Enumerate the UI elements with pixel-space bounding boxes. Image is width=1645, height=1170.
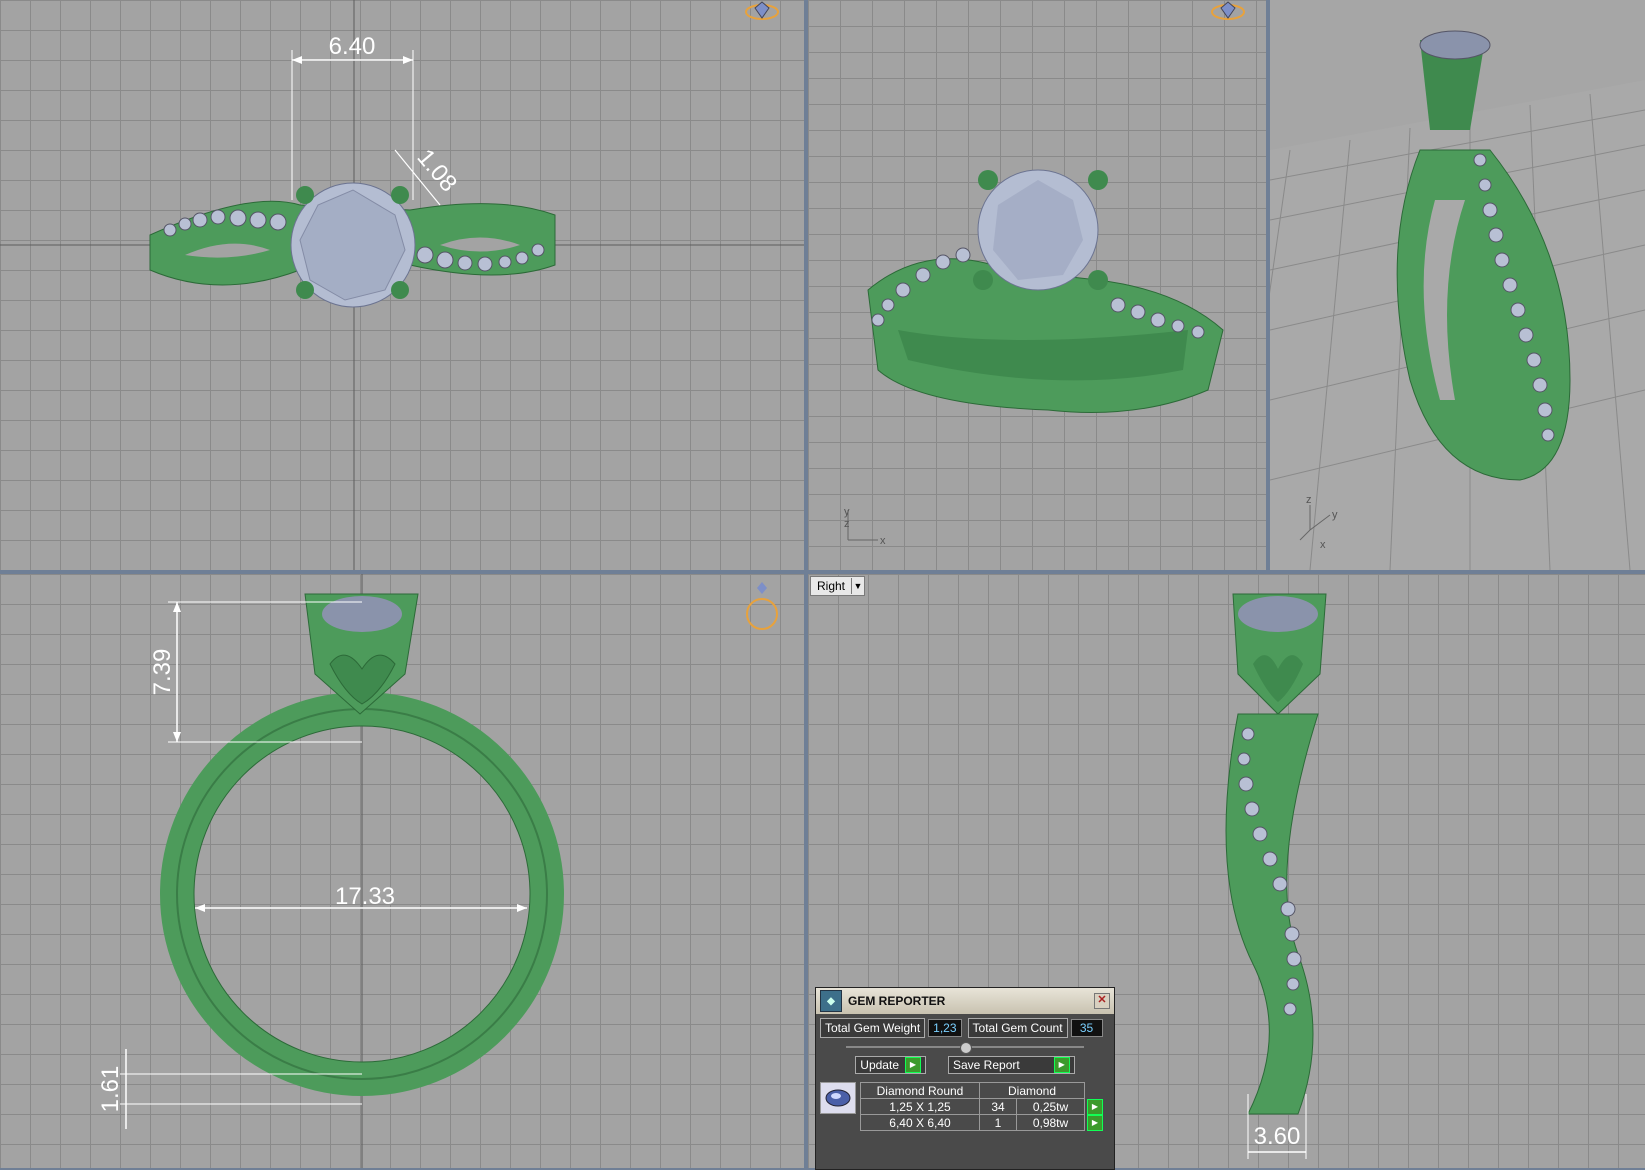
svg-text:17.33: 17.33 [335,883,395,910]
top-view-canvas: 6.40 1.08 [0,0,804,570]
axis-triad: x y z [844,506,886,547]
gem-table: Diamond Round Diamond 1,25 X 1,25 34 0,2… [860,1082,1106,1131]
gem-count: 1 [979,1114,1017,1131]
update-button[interactable]: Update ▶ [855,1056,926,1074]
play-icon[interactable]: ▶ [1087,1114,1103,1131]
view-cube-icon[interactable] [746,582,778,630]
svg-text:3.60: 3.60 [1254,1123,1301,1150]
svg-text:z: z [844,518,850,530]
close-icon[interactable]: ✕ [1094,993,1110,1009]
svg-text:y: y [844,506,850,518]
perspective-side-canvas: y z x [1270,30,1645,570]
slider-knob[interactable] [960,1042,972,1054]
view-cube-icon[interactable] [1211,1,1245,20]
gem-weight: 0,98tw [1016,1114,1085,1131]
gem-table-header-material: Diamond [979,1082,1085,1099]
table-row[interactable]: 6,40 X 6,40 1 0,98tw ▶ [860,1114,1106,1131]
svg-text:x: x [880,535,886,547]
total-gem-count-value: 35 [1070,1019,1103,1037]
svg-text:1.61: 1.61 [97,1066,124,1113]
svg-text:x: x [1320,539,1326,551]
svg-text:1.08: 1.08 [412,144,463,197]
gem-reporter-title: GEM REPORTER [848,994,946,1008]
viewport-front[interactable]: 7.39 17.33 1.61 [0,574,804,1168]
viewport-perspective[interactable]: x y z [808,0,1266,570]
gem-size: 1,25 X 1,25 [860,1098,980,1115]
gem-reporter-title-bar[interactable]: ◆ GEM REPORTER ✕ [816,988,1114,1014]
gem-thumbnail-icon [820,1082,856,1114]
gem-reporter-slider[interactable] [846,1042,1084,1054]
gem-table-header: Diamond Round Diamond [860,1082,1106,1099]
total-gem-count-label: Total Gem Count [967,1018,1068,1038]
center-stone-top [290,182,416,308]
ring-model-right [1225,593,1327,1115]
save-report-button[interactable]: Save Report ▶ [948,1056,1075,1074]
view-cube-icon[interactable] [745,1,779,20]
dimension-inner-diameter: 17.33 [195,883,527,912]
save-report-button-label: Save Report [953,1058,1020,1072]
gem-table-header-type: Diamond Round [860,1082,980,1099]
gem-reporter-icon: ◆ [820,990,842,1012]
total-gem-weight-label: Total Gem Weight [820,1018,926,1038]
dimension-width: 6.40 [291,33,414,200]
svg-text:y: y [1332,509,1338,521]
gem-weight: 0,25tw [1016,1098,1085,1115]
front-view-canvas: 7.39 17.33 1.61 [97,574,778,1168]
svg-text:z: z [1306,494,1312,506]
perspective-view-canvas: x y z [844,1,1245,547]
gem-count: 34 [979,1098,1017,1115]
table-row[interactable]: 1,25 X 1,25 34 0,25tw ▶ [860,1098,1106,1115]
play-icon[interactable]: ▶ [1087,1098,1103,1115]
total-gem-weight-value: 1,23 [928,1019,962,1037]
viewport-perspective-side[interactable]: y z x [1270,0,1645,570]
viewport-top[interactable]: 6.40 1.08 [0,0,804,570]
svg-text:6.40: 6.40 [329,33,376,60]
play-icon[interactable]: ▶ [1053,1057,1070,1073]
svg-text:7.39: 7.39 [149,649,176,696]
gem-size: 6,40 X 6,40 [860,1114,980,1131]
ring-model-side [1396,30,1571,481]
ring-model-perspective [867,169,1224,413]
play-icon[interactable]: ▶ [905,1057,921,1073]
gem-reporter-panel[interactable]: ◆ GEM REPORTER ✕ Total Gem Weight 1,23 T… [815,987,1115,1170]
update-button-label: Update [860,1058,899,1072]
